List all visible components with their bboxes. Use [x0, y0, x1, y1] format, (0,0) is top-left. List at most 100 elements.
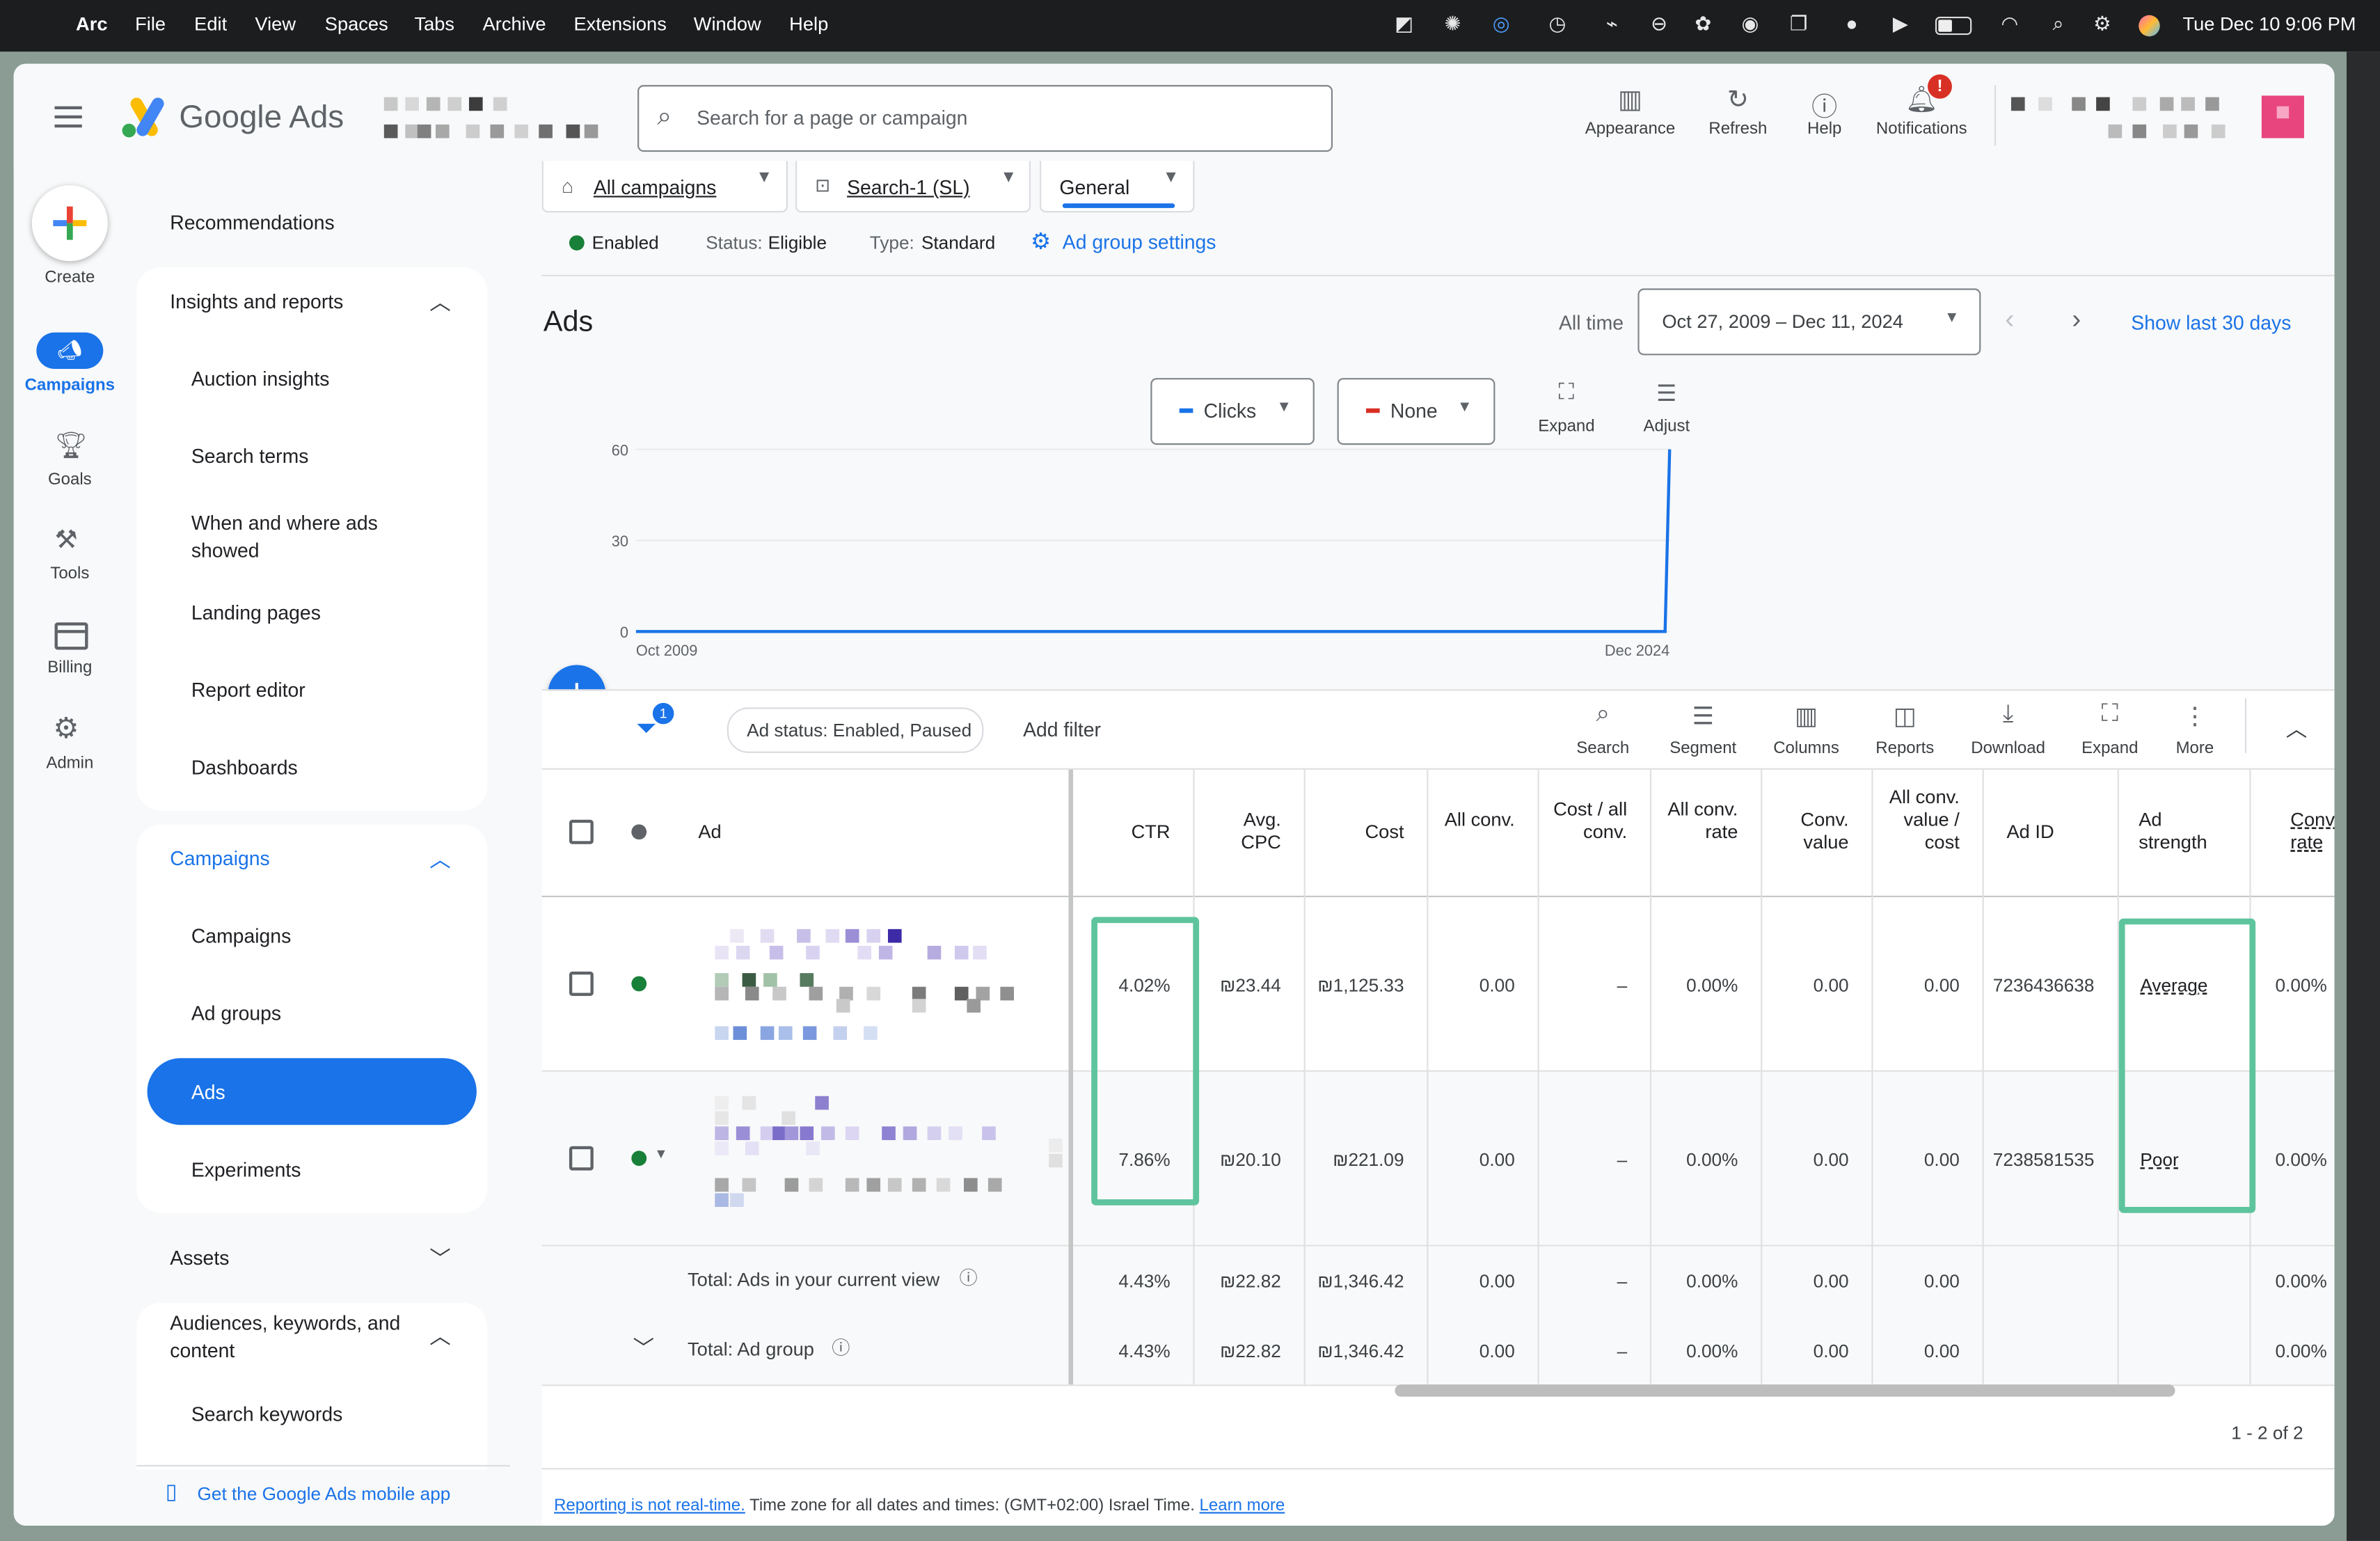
nav-search-terms[interactable]: Search terms	[191, 445, 309, 468]
menu-tabs[interactable]: Tabs	[414, 14, 454, 35]
ad-preview-redacted[interactable]	[699, 1096, 1063, 1217]
refresh-button[interactable]: ↻ Refresh	[1700, 85, 1776, 138]
horizontal-scrollbar[interactable]	[1395, 1384, 2175, 1397]
gear-icon[interactable]: ⚙	[53, 712, 79, 747]
filter-chip[interactable]: Ad status: Enabled, Paused	[727, 707, 984, 753]
menu-clock[interactable]: Tue Dec 10 9:06 PM	[2182, 14, 2356, 35]
search-icon[interactable]: ⌕	[1577, 702, 1628, 729]
google-ads-logo-icon[interactable]	[120, 97, 165, 140]
menu-view[interactable]: View	[255, 14, 296, 35]
download-icon[interactable]: ⤓	[1983, 702, 2034, 729]
gear-icon[interactable]: ⚙	[1031, 228, 1051, 255]
nav-ads-active[interactable]: Ads	[147, 1058, 477, 1125]
help-circle-icon[interactable]: ⓘ	[832, 1334, 850, 1360]
expand-chevron-icon[interactable]: ﹀	[633, 1333, 655, 1364]
nav-landing-pages[interactable]: Landing pages	[191, 601, 321, 624]
row-checkbox[interactable]	[569, 1146, 594, 1171]
col-ad-strength[interactable]: Ad strength	[2139, 809, 2230, 855]
nav-assets[interactable]: Assets	[170, 1247, 229, 1270]
add-filter-button[interactable]: Add filter	[1023, 718, 1101, 741]
menu-spaces[interactable]: Spaces	[325, 14, 388, 35]
toolbar-reports[interactable]: Reports	[1859, 739, 1951, 757]
reports-icon[interactable]: ◫	[1879, 702, 1930, 732]
menu-arc[interactable]: Arc	[76, 14, 107, 35]
enabled-dot[interactable]	[631, 1151, 647, 1167]
show-last-30-days[interactable]: Show last 30 days	[2131, 311, 2291, 334]
segment-icon[interactable]: ☰	[1677, 702, 1729, 732]
chevron-up-icon[interactable]: ︿	[429, 287, 451, 317]
phone-icon[interactable]: ▯	[166, 1478, 177, 1504]
rail-admin[interactable]: Admin	[15, 754, 125, 773]
user-icon[interactable]: ●	[1841, 13, 1863, 35]
nav-insights-title[interactable]: Insights and reports	[170, 290, 343, 313]
search-input-placeholder[interactable]: Search for a page or campaign	[697, 106, 967, 129]
menu-extensions[interactable]: Extensions	[573, 14, 666, 35]
control-center-icon[interactable]: ⚙	[2092, 13, 2113, 35]
toolbar-columns[interactable]: Columns	[1761, 739, 1852, 757]
reporting-link[interactable]: Reporting is not real-time.	[554, 1497, 745, 1515]
campaign-selector[interactable]: ⊡ Search-1 (SL) ▼	[795, 161, 1031, 213]
window-icon[interactable]: ❐	[1788, 13, 1809, 35]
status-icon[interactable]: ◩	[1393, 13, 1415, 35]
toolbar-segment[interactable]: Segment	[1658, 739, 1749, 757]
menu-archive[interactable]: Archive	[483, 14, 546, 35]
nav-recommendations[interactable]: Recommendations	[170, 211, 334, 234]
nav-auction-insights[interactable]: Auction insights	[191, 368, 330, 390]
nav-experiments[interactable]: Experiments	[191, 1158, 301, 1181]
col-ad-id[interactable]: Ad ID	[2006, 821, 2054, 844]
campaigns-selector[interactable]: ⌂ All campaigns ▼	[541, 161, 788, 213]
chevron-up-icon[interactable]: ︿	[429, 844, 451, 875]
col-cost-all-conv[interactable]: Cost / all conv.	[1545, 798, 1627, 844]
col-all-conv-value-cost[interactable]: All conv. value / cost	[1879, 787, 1960, 855]
nav-when-where[interactable]: When and where ads showed	[191, 510, 419, 565]
help-circle-icon[interactable]: ⓘ	[959, 1265, 977, 1290]
col-all-conv[interactable]: All conv.	[1434, 809, 1515, 832]
col-ctr[interactable]: CTR	[1076, 821, 1171, 844]
metric1-select[interactable]: Clicks ▼	[1150, 378, 1315, 445]
nav-campaigns-title[interactable]: Campaigns	[170, 847, 269, 870]
col-ad[interactable]: Ad	[698, 821, 721, 844]
expand-icon[interactable]: ⛶	[2084, 702, 2136, 729]
chart-adjust-button[interactable]: ☰ Adjust	[1636, 379, 1697, 436]
ad-preview-redacted[interactable]	[699, 928, 1033, 1050]
toolbar-download[interactable]: Download	[1962, 739, 2054, 757]
more-vert-icon[interactable]: ⋮	[2169, 702, 2221, 732]
megaphone-icon[interactable]: 📣︎	[36, 332, 104, 370]
chevron-right-icon[interactable]: ›	[2072, 303, 2081, 335]
status-column-dot[interactable]	[631, 824, 647, 840]
clip-icon[interactable]: ⌁	[1601, 13, 1623, 35]
activity-icon[interactable]: ◎	[1491, 13, 1512, 35]
col-avg-cpc[interactable]: Avg. CPC	[1200, 809, 1281, 855]
status-dropdown-icon[interactable]: ▼	[654, 1146, 667, 1162]
enabled-dot[interactable]	[631, 976, 647, 992]
brightness-icon[interactable]: ✺	[1442, 13, 1463, 35]
wifi-icon[interactable]: ◠	[1999, 13, 2021, 35]
metric2-select[interactable]: None ▼	[1337, 378, 1496, 445]
toolbar-more[interactable]: More	[2149, 739, 2240, 757]
card-icon[interactable]	[54, 622, 88, 650]
help-button[interactable]: ⓘ Help	[1794, 85, 1855, 138]
nav-ad-groups[interactable]: Ad groups	[191, 1002, 281, 1025]
rail-campaigns[interactable]: Campaigns	[15, 377, 125, 395]
nav-dashboards[interactable]: Dashboards	[191, 756, 298, 779]
ad-group-settings-link[interactable]: Ad group settings	[1063, 231, 1216, 254]
tools-icon[interactable]: ⚒	[55, 525, 78, 556]
notifications-button[interactable]: 🔔︎ Notifications !	[1869, 74, 1975, 138]
col-cost[interactable]: Cost	[1311, 821, 1404, 844]
learn-more-link[interactable]: Learn more	[1200, 1497, 1285, 1515]
date-range-picker[interactable]: Oct 27, 2009 – Dec 11, 2024 ▼	[1637, 288, 1981, 356]
col-all-conv-rate[interactable]: All conv. rate	[1658, 798, 1738, 844]
row-checkbox[interactable]	[569, 971, 594, 996]
chart-expand-button[interactable]: ⛶ Expand	[1536, 379, 1596, 436]
ai-icon[interactable]: ✿	[1692, 13, 1714, 35]
select-all-checkbox[interactable]	[569, 819, 594, 844]
spotlight-icon[interactable]: ⌕	[2047, 13, 2069, 35]
avatar[interactable]	[2261, 95, 2304, 139]
status-enabled[interactable]: Enabled	[592, 232, 659, 254]
hamburger-menu-icon[interactable]	[54, 106, 82, 128]
play-icon[interactable]: ▶	[1889, 13, 1911, 35]
rail-tools[interactable]: Tools	[15, 564, 125, 583]
col-conv-value[interactable]: Conv. value	[1768, 809, 1848, 855]
toolbar-expand[interactable]: Expand	[2064, 739, 2155, 757]
siri-icon[interactable]	[2139, 15, 2160, 37]
